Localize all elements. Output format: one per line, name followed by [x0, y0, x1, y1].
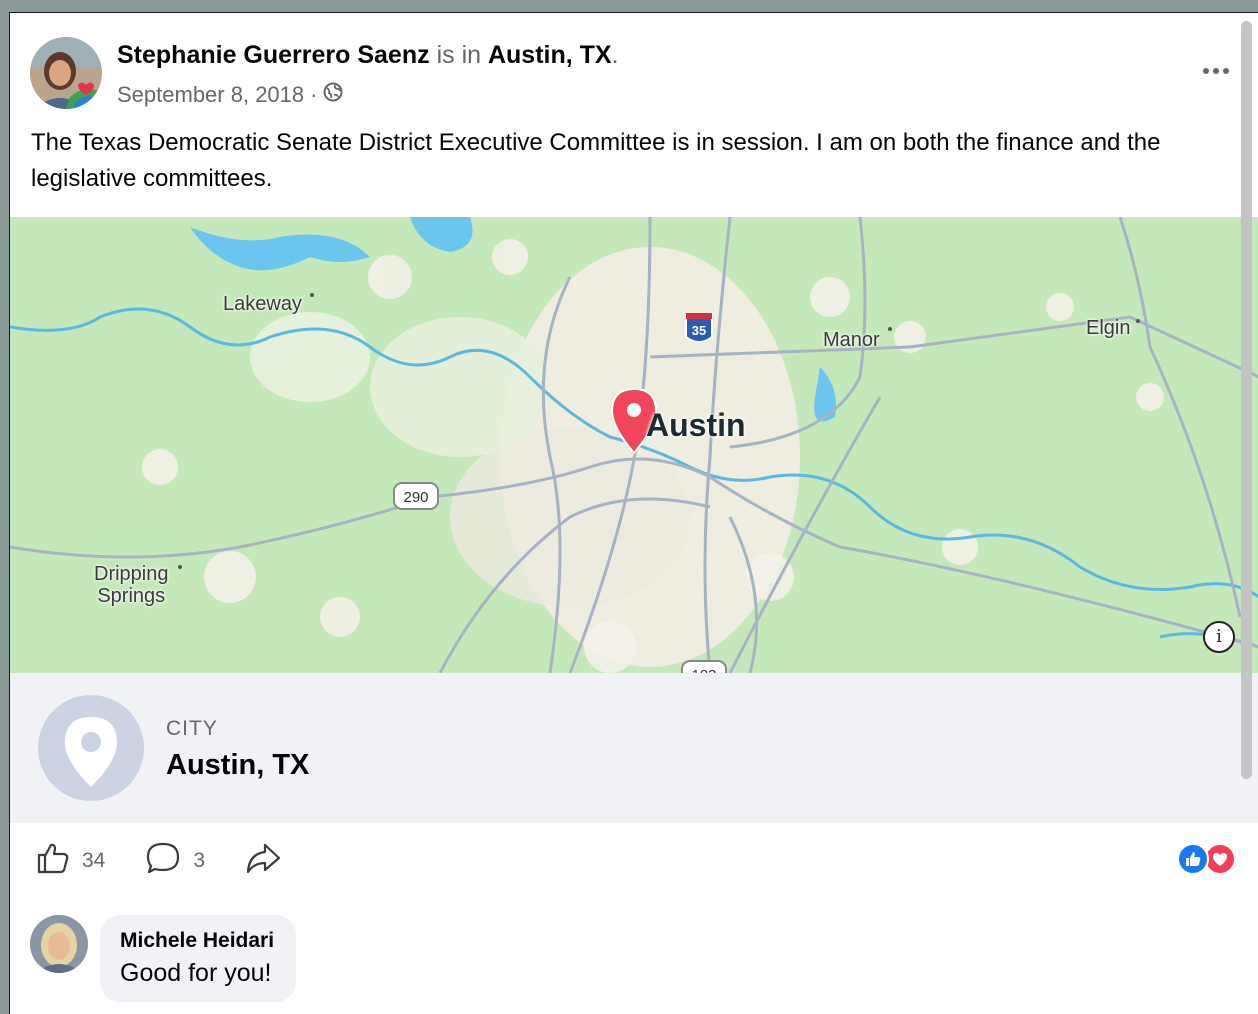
commenter-avatar[interactable]: [30, 915, 88, 973]
post-actions: 34 3: [36, 839, 321, 883]
share-arrow-icon: [245, 841, 281, 881]
info-icon[interactable]: i: [1203, 621, 1235, 653]
post-date[interactable]: September 8, 2018: [117, 82, 304, 108]
period-text: .: [611, 41, 619, 69]
location-name[interactable]: Austin, TX: [166, 749, 309, 782]
map-label-austin: Austin: [646, 407, 746, 443]
svg-text:35: 35: [692, 323, 706, 338]
author-avatar[interactable]: [30, 37, 102, 109]
location-pin-icon: [38, 695, 144, 801]
is-in-text: is in: [436, 41, 482, 69]
scrollbar[interactable]: [1241, 21, 1252, 779]
checkin-location[interactable]: Austin, TX: [488, 41, 612, 69]
comment-bubble-icon: [145, 841, 181, 881]
like-button[interactable]: 34: [36, 841, 105, 881]
location-panel[interactable]: CITY Austin, TX: [10, 673, 1258, 823]
us-183-shield: 183: [681, 660, 727, 673]
map-label-lakeway: Lakeway: [223, 293, 302, 315]
reaction-summary[interactable]: [1177, 843, 1236, 875]
us-290-shield: 290: [393, 482, 439, 510]
like-count: 34: [82, 849, 106, 872]
location-type: CITY: [166, 717, 218, 740]
dot-icon: [1213, 68, 1219, 74]
globe-icon: [323, 82, 343, 108]
comment-bubble: Michele Heidari Good for you!: [100, 915, 297, 1002]
map-label-elgin: Elgin: [1086, 317, 1131, 339]
location-map[interactable]: 35 290 183 Lakeway Manor Elgin Dripping …: [10, 217, 1258, 673]
dot-icon: [1203, 68, 1209, 74]
thumbs-up-icon: [36, 841, 70, 881]
comment-count: 3: [193, 849, 206, 872]
author-name[interactable]: Stephanie Guerrero Saenz: [117, 41, 430, 69]
svg-text:290: 290: [403, 489, 428, 506]
map-label-springs: Springs: [97, 585, 166, 607]
like-reaction-icon: [1177, 843, 1209, 875]
map-graphic: 35 290 183: [10, 217, 1258, 673]
share-button[interactable]: [245, 841, 281, 881]
dot-icon: [1223, 68, 1229, 74]
comment-button[interactable]: 3: [145, 841, 205, 881]
map-label-dripping-springs: Dripping Springs: [94, 563, 168, 607]
map-label-dripping: Dripping: [94, 563, 169, 585]
post-header: Stephanie Guerrero Saenz is in Austin, T…: [117, 41, 619, 108]
more-options-button[interactable]: [1196, 59, 1236, 83]
meta-separator: ·: [310, 82, 318, 107]
commenter-name[interactable]: Michele Heidari: [120, 929, 274, 953]
post-text: The Texas Democratic Senate District Exe…: [31, 129, 1161, 192]
comment-text: Good for you!: [120, 959, 272, 987]
post-card: Stephanie Guerrero Saenz is in Austin, T…: [9, 12, 1258, 1014]
poster-line: Stephanie Guerrero Saenz is in Austin, T…: [117, 41, 619, 70]
comment-item: Michele Heidari Good for you!: [30, 915, 297, 1002]
post-meta: September 8, 2018 ·: [117, 82, 619, 108]
interstate-35-shield: 35: [685, 313, 713, 343]
map-label-manor: Manor: [823, 329, 880, 351]
